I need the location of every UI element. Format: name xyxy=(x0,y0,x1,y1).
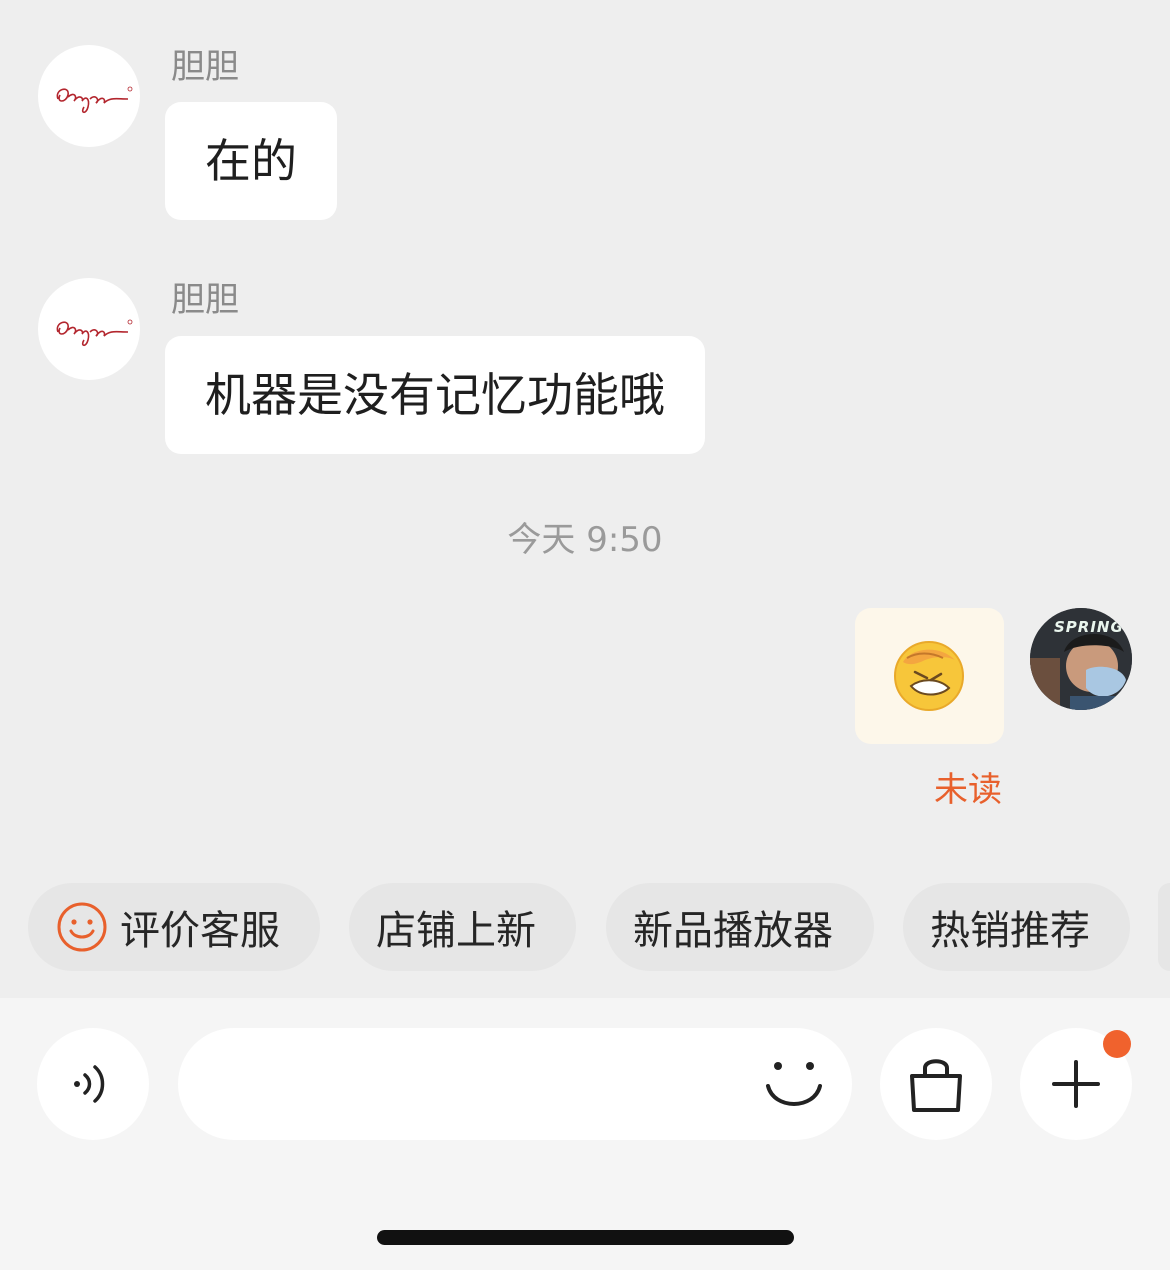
quick-action-rate-service[interactable]: 评价客服 xyxy=(28,883,320,971)
avatar-text: SPRING xyxy=(1054,618,1124,636)
notification-dot xyxy=(1103,1030,1131,1058)
user-avatar[interactable]: SPRING xyxy=(1030,608,1132,710)
facepalm-emoji-icon xyxy=(894,641,964,711)
quick-action-new-arrivals[interactable]: 店铺上新 xyxy=(349,883,576,971)
shop-avatar[interactable] xyxy=(38,45,140,147)
emoji-message-bubble[interactable] xyxy=(855,608,1004,744)
plus-icon xyxy=(1052,1060,1100,1108)
message-timestamp: 今天 9:50 xyxy=(507,520,663,560)
message-bubble[interactable]: 在的 xyxy=(165,102,337,220)
chip-label: 新品播放器 xyxy=(633,908,833,954)
smiley-icon xyxy=(57,902,107,952)
sender-name: 胆胆 xyxy=(171,47,239,87)
quick-action-new-player[interactable]: 新品播放器 xyxy=(606,883,874,971)
shop-button[interactable] xyxy=(880,1028,992,1140)
shopping-bag-icon xyxy=(910,1059,962,1112)
quick-action-hot-sales[interactable]: 热销推荐 xyxy=(903,883,1130,971)
quick-action-more[interactable] xyxy=(1158,883,1170,971)
chip-label: 店铺上新 xyxy=(376,908,536,954)
sender-name: 胆胆 xyxy=(171,280,239,320)
chip-label: 评价客服 xyxy=(120,908,280,954)
message-bubble[interactable]: 机器是没有记忆功能哦 xyxy=(165,336,705,454)
voice-button[interactable] xyxy=(37,1028,149,1140)
emoji-picker-icon[interactable] xyxy=(764,1056,824,1114)
voice-icon xyxy=(74,1065,105,1103)
home-indicator xyxy=(377,1230,794,1245)
message-input[interactable] xyxy=(178,1028,852,1140)
shop-avatar[interactable] xyxy=(38,278,140,380)
unread-status: 未读 xyxy=(934,770,1002,810)
chip-label: 热销推荐 xyxy=(930,908,1090,954)
